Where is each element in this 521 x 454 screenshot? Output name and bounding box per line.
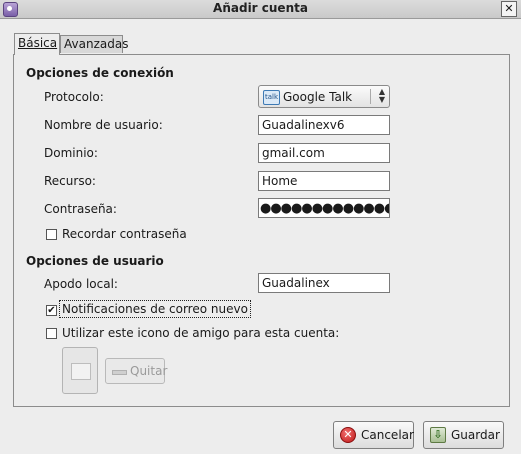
tab-avanzadas[interactable]: Avanzadas (60, 35, 128, 53)
combo-separator (370, 89, 371, 104)
resource-label: Recurso: (44, 174, 96, 188)
domain-input[interactable]: gmail.com (258, 143, 390, 163)
mail-notifications-label[interactable]: Notificaciones de correo nuevo (59, 300, 251, 318)
remember-password-label[interactable]: Recordar contraseña (62, 227, 187, 241)
domain-label: Dominio: (44, 146, 98, 160)
remove-label: Quitar (130, 364, 168, 378)
window-title: Añadir cuenta (213, 1, 308, 15)
resource-input[interactable]: Home (258, 171, 390, 191)
buddy-icon-checkbox[interactable] (46, 328, 57, 339)
title-bar[interactable]: Añadir cuenta ✕ (0, 0, 521, 19)
connection-options-heading: Opciones de conexión (26, 66, 174, 80)
save-icon: ⇩ (430, 427, 446, 443)
password-input[interactable]: ●●●●●●●●●●●●● (258, 198, 390, 218)
combo-arrows-icon: ▲ ▼ (378, 87, 385, 104)
remove-icon-button[interactable]: Quitar (105, 358, 168, 384)
remember-password-checkbox[interactable] (46, 229, 57, 240)
username-input[interactable]: Guadalinexv6 (258, 115, 390, 135)
buddy-icon-label[interactable]: Utilizar este icono de amigo para esta c… (62, 326, 339, 340)
buddy-icon-button[interactable] (62, 347, 98, 394)
mail-notifications-checkbox[interactable]: ✔ (46, 305, 57, 316)
cancel-icon: ✕ (340, 427, 356, 443)
checkmark-icon: ✔ (47, 305, 56, 316)
tab-basica-label: Básica (18, 36, 58, 50)
alias-input[interactable]: Guadalinex (258, 273, 390, 293)
cancel-label: Cancelar (361, 428, 414, 442)
cancel-button[interactable]: ✕ Cancelar (333, 421, 414, 449)
protocol-label: Protocolo: (44, 90, 104, 104)
close-button[interactable]: ✕ (501, 1, 517, 17)
password-label: Contraseña: (44, 202, 117, 216)
google-talk-icon: talk (263, 90, 280, 105)
save-button[interactable]: ⇩ Guardar (423, 421, 504, 449)
user-options-heading: Opciones de usuario (26, 254, 164, 268)
protocol-value: Google Talk (283, 90, 353, 104)
tab-avanzadas-label: Avanzadas (64, 37, 129, 51)
protocol-combo[interactable]: talk Google Talk ▲ ▼ (258, 85, 390, 108)
username-label: Nombre de usuario: (44, 118, 163, 132)
image-placeholder-icon (71, 363, 91, 380)
save-label: Guardar (451, 428, 500, 442)
close-icon: ✕ (504, 2, 514, 15)
alias-label: Apodo local: (44, 277, 118, 291)
remove-icon (112, 370, 127, 375)
tab-basica[interactable]: Básica (14, 33, 60, 55)
